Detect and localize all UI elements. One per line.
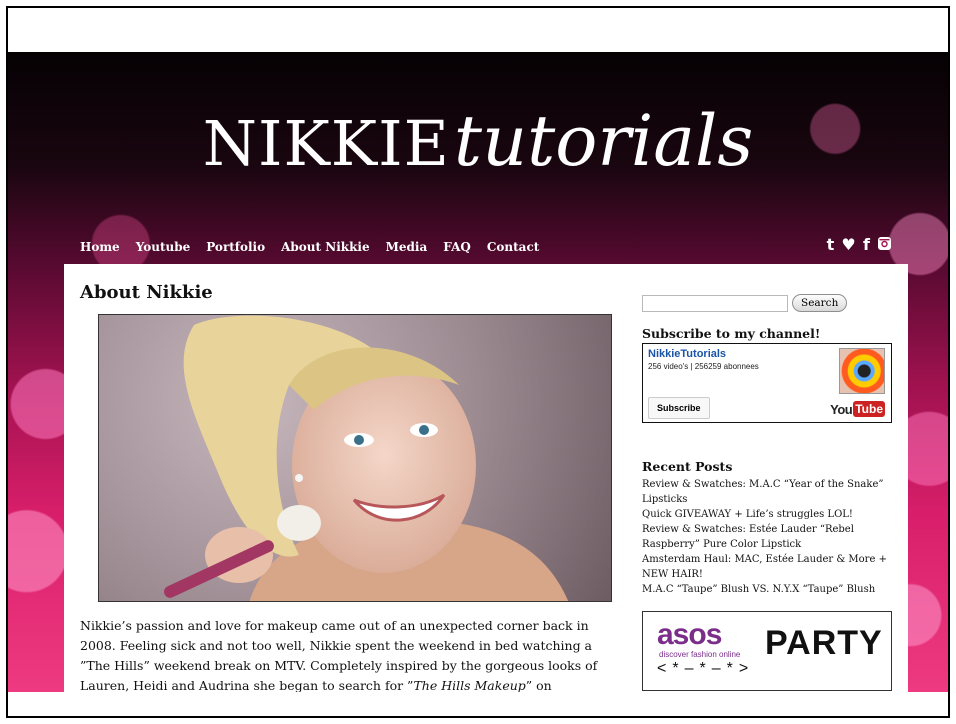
site-logo[interactable]: NIKKIEtutorials (8, 100, 948, 182)
nav-youtube[interactable]: Youtube (136, 240, 191, 254)
tumblr-icon[interactable]: t (823, 236, 838, 253)
logo-script: tutorials (453, 100, 754, 182)
channel-avatar[interactable] (839, 348, 885, 394)
recent-post-link[interactable]: Review & Swatches: Estée Lauder “Rebel R… (642, 522, 892, 552)
heart-icon[interactable]: ♥ (841, 236, 856, 253)
search-input[interactable] (642, 294, 788, 312)
youtube-logo-you: You (830, 401, 853, 417)
youtube-logo-tube: Tube (853, 401, 885, 417)
recent-post-link[interactable]: Amsterdam Haul: MAC, Estée Lauder & More… (642, 552, 892, 582)
ad-headline: PARTY (765, 624, 883, 662)
nav-portfolio[interactable]: Portfolio (206, 240, 265, 254)
ad-tagline: discover fashion online (659, 650, 741, 659)
instagram-icon[interactable] (877, 236, 892, 253)
search-button[interactable]: Search (792, 294, 848, 312)
youtube-logo[interactable]: You Tube (830, 401, 885, 417)
logo-caps: NIKKIE (202, 107, 450, 180)
youtube-channel-link[interactable]: NikkieTutorials (648, 348, 726, 360)
sidebar: Search Subscribe to my channel! NikkieTu… (642, 294, 892, 691)
nav-about-nikkie[interactable]: About Nikkie (281, 240, 370, 254)
recent-post-link[interactable]: Review & Swatches: M.A.C “Year of the Sn… (642, 477, 892, 507)
recent-post-link[interactable]: Quick GIVEAWAY + Life’s struggles LOL! (642, 507, 892, 522)
nav-media[interactable]: Media (386, 240, 428, 254)
website: NIKKIEtutorials Home Youtube Portfolio A… (8, 52, 948, 692)
youtube-channel-stats: 256 video's | 256259 abonnees (648, 362, 759, 371)
nav-home[interactable]: Home (80, 240, 120, 254)
youtube-subscribe-button[interactable]: Subscribe (648, 397, 710, 419)
main-nav: Home Youtube Portfolio About Nikkie Medi… (80, 240, 539, 254)
recent-post-link[interactable]: M.A.C “Taupe” Blush VS. N.Y.X “Taupe” Bl… (642, 582, 892, 597)
facebook-icon[interactable]: f (859, 236, 874, 253)
nav-contact[interactable]: Contact (487, 240, 539, 254)
recent-posts-list: Review & Swatches: M.A.C “Year of the Sn… (642, 477, 892, 597)
page-title: About Nikkie (80, 282, 213, 303)
youtube-subscribe-widget: NikkieTutorials 256 video's | 256259 abo… (642, 343, 892, 423)
social-links: t ♥ f (823, 236, 892, 253)
ad-brand-logo: asos (657, 618, 722, 651)
search-widget: Search (642, 294, 892, 312)
recent-posts-heading: Recent Posts (642, 459, 733, 474)
asos-ad-banner[interactable]: asos discover fashion online PARTY <*–*–… (642, 611, 892, 691)
content-area: About Nikkie Nikkie’s passion and love f… (64, 264, 908, 692)
recent-posts-widget: Recent Posts Review & Swatches: M.A.C “Y… (642, 459, 892, 597)
about-text: Nikkie’s passion and love for makeup cam… (80, 616, 600, 692)
hero-photo (98, 314, 612, 602)
ad-stars-decoration: <*–*–*> (657, 660, 755, 677)
about-text-italic: The Hills Makeup (413, 678, 526, 692)
nav-faq[interactable]: FAQ (443, 240, 471, 254)
screenshot-frame: NIKKIEtutorials Home Youtube Portfolio A… (6, 6, 950, 718)
subscribe-heading: Subscribe to my channel! (642, 326, 821, 341)
